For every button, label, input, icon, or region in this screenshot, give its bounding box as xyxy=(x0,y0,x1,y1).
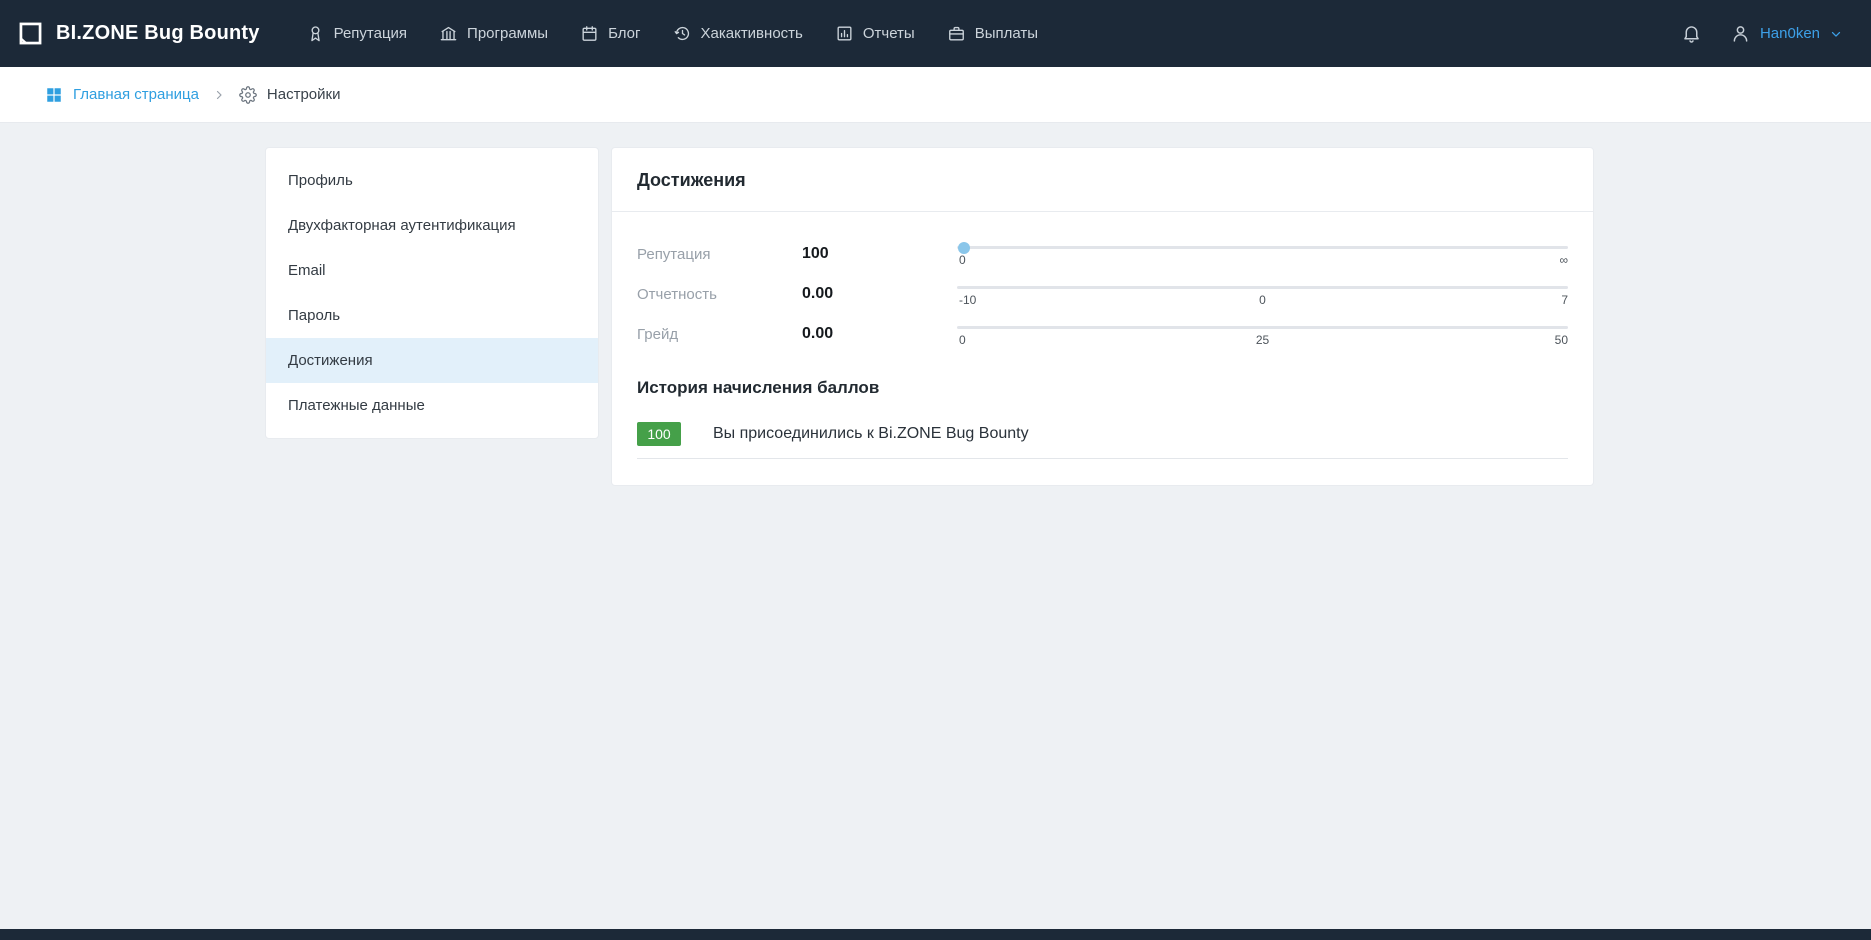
menu-item-payment-data[interactable]: Платежные данные xyxy=(266,383,598,428)
metric-slider: 0 25 50 xyxy=(957,322,1568,346)
main-nav: Репутация Программы Блог xyxy=(294,14,1050,53)
nav-item-hackactivity[interactable]: Хакактивность xyxy=(661,14,815,53)
blog-icon xyxy=(580,24,599,43)
nav-item-blog[interactable]: Блог xyxy=(568,14,652,53)
chevron-right-icon xyxy=(213,89,225,101)
scale-max: 7 xyxy=(1561,293,1568,307)
menu-item-email[interactable]: Email xyxy=(266,248,598,293)
metrics-block: Репутация 100 0 ∞ Отчетность 0.00 xyxy=(612,212,1593,360)
metric-value: 100 xyxy=(802,245,957,263)
metric-row-reporting: Отчетность 0.00 -10 0 7 xyxy=(637,274,1568,314)
scale-max: ∞ xyxy=(1559,253,1568,267)
nav-label: Репутация xyxy=(334,25,407,42)
slider-track xyxy=(957,326,1568,329)
grid-icon xyxy=(45,86,63,104)
nav-item-payouts[interactable]: Выплаты xyxy=(935,14,1050,53)
programs-icon xyxy=(439,24,458,43)
metric-row-reputation: Репутация 100 0 ∞ xyxy=(637,234,1568,274)
scale-min: 0 xyxy=(959,253,966,267)
scale-max: 50 xyxy=(1555,333,1568,347)
nav-label: Выплаты xyxy=(975,25,1038,42)
nav-item-programs[interactable]: Программы xyxy=(427,14,560,53)
breadcrumb-current-label: Настройки xyxy=(267,86,341,103)
payouts-icon xyxy=(947,24,966,43)
metric-label: Репутация xyxy=(637,246,802,263)
scale-min: -10 xyxy=(959,293,976,307)
nav-item-reports[interactable]: Отчеты xyxy=(823,14,927,53)
metric-label: Грейд xyxy=(637,326,802,343)
metric-slider: -10 0 7 xyxy=(957,282,1568,306)
nav-item-reputation[interactable]: Репутация xyxy=(294,14,419,53)
scale-min: 0 xyxy=(959,333,966,347)
menu-item-2fa[interactable]: Двухфакторная аутентификация xyxy=(266,203,598,248)
user-name: Han0ken xyxy=(1760,25,1820,42)
menu-item-profile[interactable]: Профиль xyxy=(266,158,598,203)
hackactivity-icon xyxy=(673,24,692,43)
brand-title: BI.ZONE Bug Bounty xyxy=(56,22,260,45)
header-right: Han0ken xyxy=(1681,23,1843,44)
top-nav: BI.ZONE Bug Bounty Репутация Программы xyxy=(0,0,1871,67)
breadcrumb-current: Настройки xyxy=(239,86,341,104)
breadcrumb: Главная страница Настройки xyxy=(0,67,1871,123)
history-entry-text: Вы присоединились к Bi.ZONE Bug Bounty xyxy=(713,425,1029,443)
bell-icon[interactable] xyxy=(1681,23,1702,44)
metric-value: 0.00 xyxy=(802,285,957,303)
nav-label: Хакактивность xyxy=(701,25,803,42)
user-icon xyxy=(1730,23,1751,44)
nav-label: Отчеты xyxy=(863,25,915,42)
points-history: История начисления баллов 100 Вы присоед… xyxy=(612,360,1593,459)
reports-icon xyxy=(835,24,854,43)
metric-label: Отчетность xyxy=(637,286,802,303)
scale-mid: 25 xyxy=(1256,333,1269,347)
menu-item-password[interactable]: Пароль xyxy=(266,293,598,338)
breadcrumb-home-label: Главная страница xyxy=(73,86,199,103)
achievements-panel: Достижения Репутация 100 0 ∞ Отчетность xyxy=(611,147,1594,486)
nav-label: Блог xyxy=(608,25,640,42)
settings-menu: Профиль Двухфакторная аутентификация Ema… xyxy=(265,147,599,439)
chevron-down-icon xyxy=(1829,27,1843,41)
metric-row-grade: Грейд 0.00 0 25 50 xyxy=(637,314,1568,354)
main-content: Профиль Двухфакторная аутентификация Ema… xyxy=(0,123,1871,486)
breadcrumb-home[interactable]: Главная страница xyxy=(45,86,199,104)
slider-track xyxy=(957,246,1568,249)
panel-title: Достижения xyxy=(612,148,1593,212)
history-entry: 100 Вы присоединились к Bi.ZONE Bug Boun… xyxy=(637,422,1568,459)
user-menu[interactable]: Han0ken xyxy=(1730,23,1843,44)
history-title: История начисления баллов xyxy=(637,378,1568,398)
menu-item-achievements[interactable]: Достижения xyxy=(266,338,598,383)
slider-track xyxy=(957,286,1568,289)
metric-value: 0.00 xyxy=(802,325,957,343)
brand-logo-icon xyxy=(17,20,44,47)
metric-slider: 0 ∞ xyxy=(957,242,1568,266)
scale-mid: 0 xyxy=(1259,293,1266,307)
reputation-icon xyxy=(306,24,325,43)
points-badge: 100 xyxy=(637,422,681,446)
footer-strip xyxy=(0,929,1871,940)
gear-icon xyxy=(239,86,257,104)
brand: BI.ZONE Bug Bounty xyxy=(17,20,260,47)
nav-label: Программы xyxy=(467,25,548,42)
